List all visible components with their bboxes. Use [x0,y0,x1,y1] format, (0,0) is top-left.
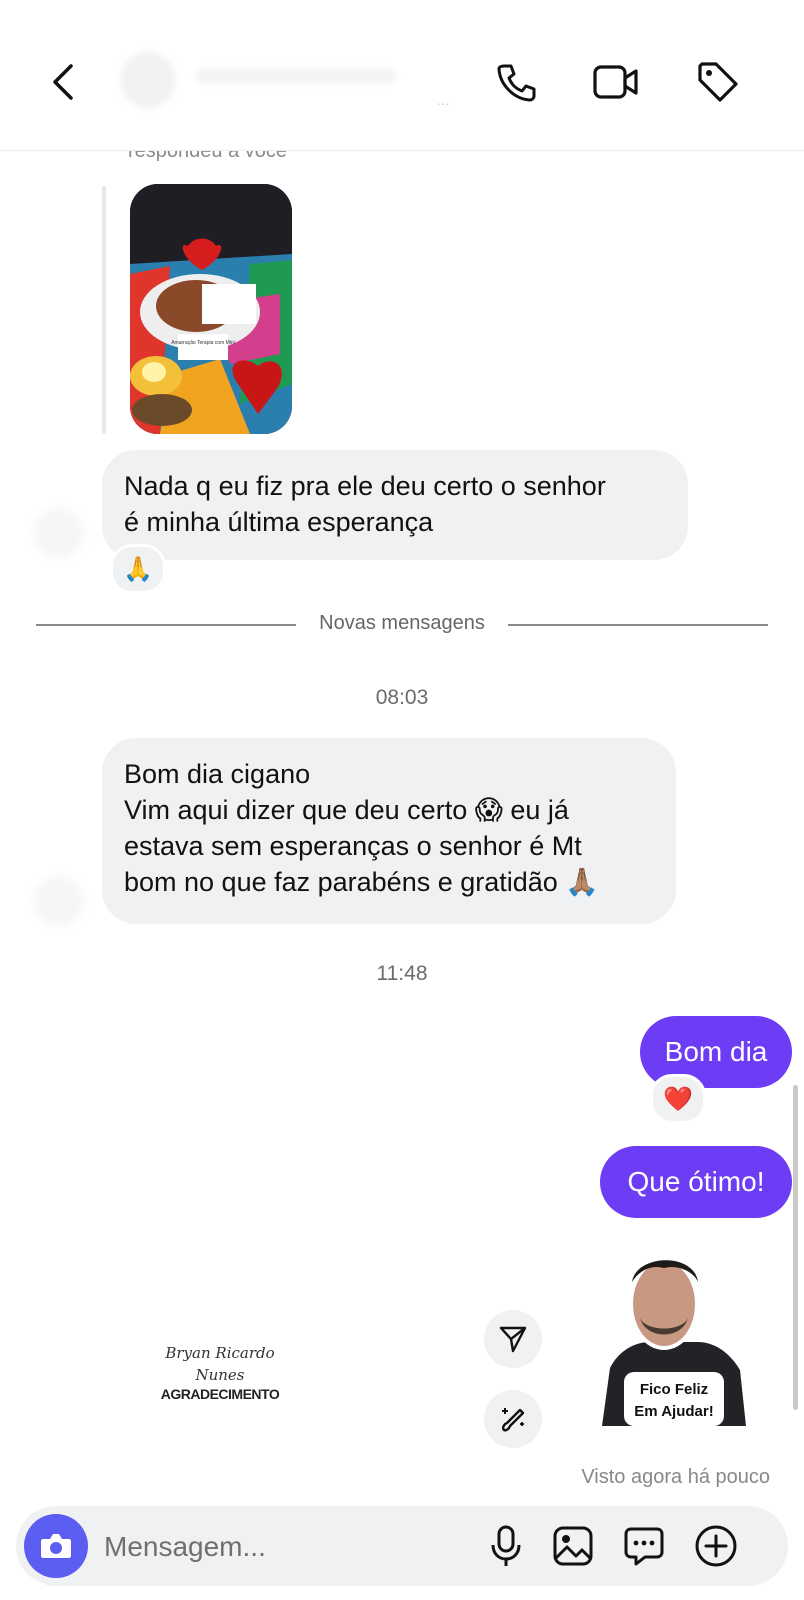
divider-line-left [36,624,296,626]
chevron-left-icon [53,64,73,100]
photo-paper-label: Amarração Terapia com Mini [171,340,235,346]
message-composer [16,1506,788,1586]
microphone-icon [491,1525,521,1566]
message-bubble-incoming[interactable]: Nada q eu fiz pra ele deu certo o senhor… [102,450,688,560]
paper-plane-icon [499,1326,527,1353]
reaction-pray-emoji[interactable]: 🙏 [110,544,166,594]
camera-button[interactable] [24,1514,88,1578]
edit-sticker-button[interactable] [484,1390,542,1448]
video-call-button[interactable] [592,58,640,106]
sticker-text-line2: Em Ajudar! [634,1403,713,1420]
image-icon [553,1526,593,1566]
gallery-button[interactable] [549,1522,597,1570]
brand-logo: Bryan Ricardo Nunes AGRADECIMENTO [150,1342,290,1402]
sender-avatar[interactable] [34,508,84,558]
message-bubble-outgoing[interactable]: Que ótimo! [600,1146,792,1218]
logo-script-line1: Bryan Ricardo [165,1344,275,1362]
tag-icon [698,62,738,102]
plus-circle-icon [695,1525,737,1567]
contact-avatar[interactable] [120,52,176,108]
reaction-heart-emoji[interactable]: ❤️ [650,1074,706,1124]
call-button[interactable] [492,58,540,106]
camera-icon [41,1534,71,1558]
new-messages-label: Novas mensagens [319,612,485,634]
phone-icon [497,64,536,102]
sticker-image: Fico Feliz Em Ajudar! [596,1250,752,1430]
photo-image: Amarração Terapia com Mini [130,184,292,434]
chat-header: … [0,0,804,151]
back-button[interactable] [40,58,88,106]
chat-bubble-icon [624,1527,664,1566]
message-bubble-incoming[interactable]: Bom dia cigano Vim aqui dizer que deu ce… [102,738,676,924]
contact-name[interactable] [196,68,396,84]
sticker-message[interactable]: Fico Feliz Em Ajudar! [590,1244,758,1434]
message-timestamp: 08:03 [375,686,429,709]
seen-status: Visto agora há pouco [581,1466,770,1488]
sticker-text-line1: Fico Feliz [640,1381,708,1398]
shared-photo[interactable]: Amarração Terapia com Mini [130,184,292,434]
magic-brush-icon [502,1408,525,1432]
more-dots: … [436,92,451,108]
logo-script-line2: Nunes [195,1366,245,1384]
divider-line-right [508,624,768,626]
reply-indicator-bar [102,186,106,434]
send-sticker-button[interactable] [484,1310,542,1368]
more-options-button[interactable] [692,1522,740,1570]
message-timestamp: 11:48 [376,962,428,985]
video-camera-icon [593,65,638,99]
sticker-button[interactable] [620,1522,668,1570]
scrollbar[interactable] [793,1085,798,1410]
logo-subtitle: AGRADECIMENTO [160,1386,280,1402]
message-input[interactable] [102,1524,486,1570]
voice-message-button[interactable] [482,1522,530,1570]
sender-avatar[interactable] [34,876,84,926]
tag-button[interactable] [694,58,742,106]
